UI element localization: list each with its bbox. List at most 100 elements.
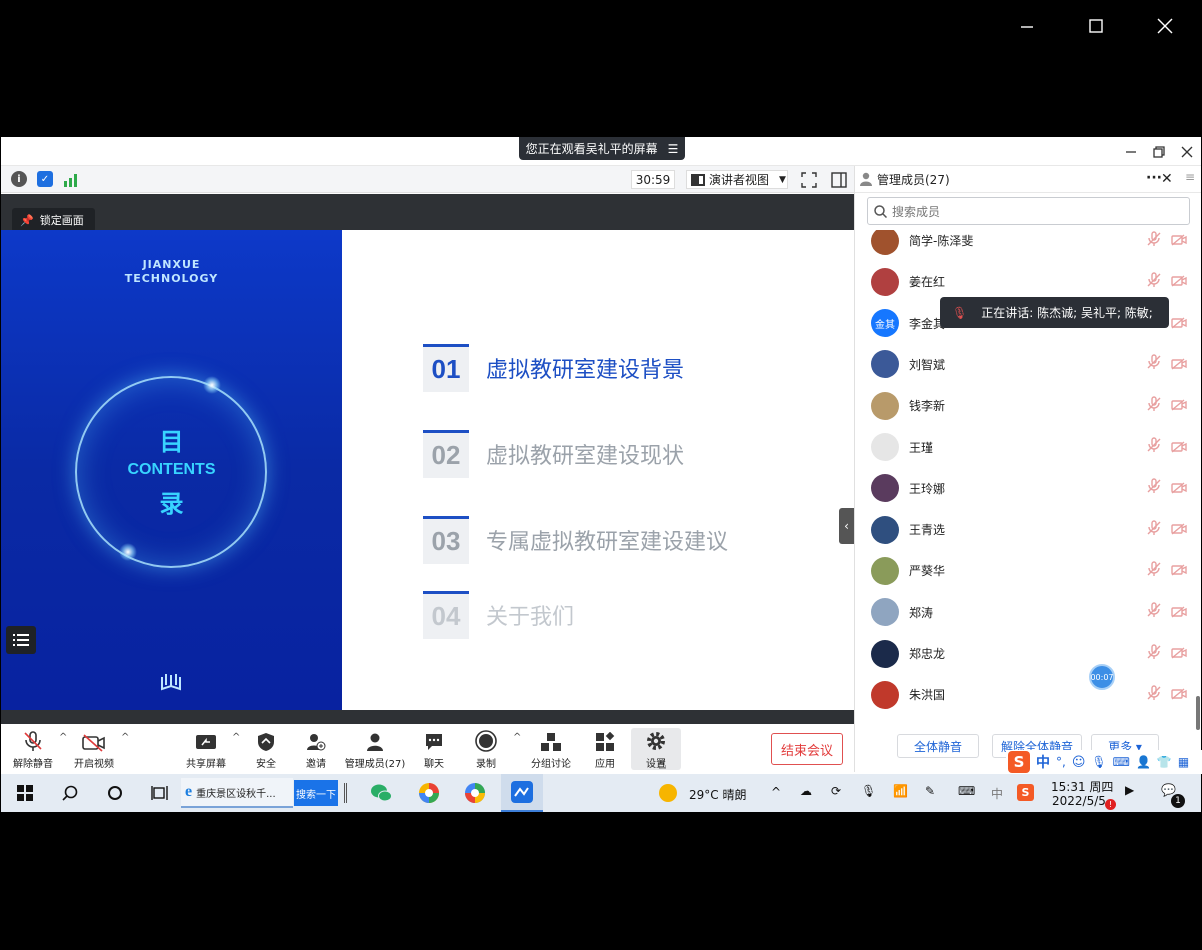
member-row[interactable]: 郑涛	[855, 592, 1195, 633]
ime-lang[interactable]: 中	[1036, 752, 1050, 772]
unmute-button[interactable]: 解除静音	[11, 728, 55, 770]
task-view-button[interactable]	[146, 774, 174, 812]
mic-off-icon[interactable]	[1147, 643, 1161, 664]
mic-off-icon[interactable]	[1147, 272, 1161, 292]
outer-close-button[interactable]	[1150, 12, 1180, 40]
member-row[interactable]: 刘智斌	[855, 344, 1195, 385]
user-icon[interactable]: 👤	[1136, 755, 1151, 769]
mic-off-icon[interactable]	[1147, 478, 1161, 498]
clock-time[interactable]: 15:31 周四	[1051, 778, 1113, 795]
taskbar-app-2[interactable]	[461, 774, 489, 812]
punctuation-icon[interactable]: °,	[1056, 755, 1066, 769]
member-row[interactable]: 王青选	[855, 509, 1195, 550]
member-row[interactable]: 严葵华	[855, 550, 1195, 591]
shield-icon[interactable]: ✓	[37, 171, 53, 187]
viewing-banner[interactable]: 您正在观看吴礼平的屏幕 ☰	[519, 137, 685, 160]
camera-off-icon[interactable]	[1171, 685, 1187, 704]
camera-off-icon[interactable]	[1171, 272, 1187, 291]
menu-icon[interactable]: ≡	[1185, 170, 1195, 184]
chat-button[interactable]: 聊天	[419, 728, 449, 770]
voice-icon[interactable]: 🎙	[1091, 755, 1106, 769]
taskbar-meeting-app[interactable]	[501, 774, 543, 812]
close-icon[interactable]: ✕	[1161, 171, 1173, 187]
chevron-up-icon[interactable]: ^	[121, 732, 129, 743]
apps-button[interactable]: 应用	[590, 728, 620, 770]
search-button[interactable]	[56, 774, 84, 812]
camera-off-icon[interactable]	[1171, 644, 1187, 663]
end-meeting-button[interactable]: 结束会议	[771, 733, 843, 765]
mic-icon[interactable]: 🎙	[861, 784, 876, 798]
member-row[interactable]: 钱李新	[855, 385, 1195, 426]
sogou-logo-icon[interactable]: S	[1008, 751, 1030, 773]
settings-button[interactable]: 设置	[631, 728, 681, 770]
chevron-up-icon[interactable]: ^	[59, 732, 67, 743]
breakout-button[interactable]: 分组讨论	[529, 728, 573, 770]
sync-icon[interactable]: ⟳	[831, 784, 841, 798]
member-row[interactable]: 郑忠龙	[855, 633, 1195, 674]
slide-menu-button[interactable]	[6, 626, 36, 654]
play-icon[interactable]: ▶	[1125, 783, 1134, 797]
share-screen-button[interactable]: 共享屏幕	[184, 728, 228, 770]
video-button[interactable]: 开启视频	[71, 728, 117, 770]
cloud-icon[interactable]: ☁	[800, 784, 812, 798]
camera-off-icon[interactable]	[1171, 396, 1187, 415]
member-row[interactable]: 王玲娜	[855, 468, 1195, 509]
member-row[interactable]: 简学-陈泽斐	[855, 230, 1195, 261]
collapse-panel-button[interactable]: ‹	[839, 508, 854, 544]
sidebar-toggle-icon[interactable]	[831, 172, 847, 192]
mic-off-icon[interactable]	[1147, 395, 1161, 416]
info-icon[interactable]: i	[11, 171, 27, 187]
outer-minimize-button[interactable]	[1012, 12, 1042, 40]
mic-off-icon[interactable]	[1147, 602, 1161, 622]
mic-off-icon[interactable]	[1147, 685, 1161, 705]
camera-off-icon[interactable]	[1171, 314, 1187, 333]
skin-icon[interactable]: 👕	[1157, 755, 1172, 769]
member-row[interactable]: 王瑾	[855, 427, 1195, 468]
window-minimize-button[interactable]	[1122, 143, 1140, 161]
fullscreen-icon[interactable]	[801, 172, 817, 192]
more-icon[interactable]: ···	[1146, 170, 1162, 186]
windows-start-button[interactable]	[11, 774, 39, 812]
mic-off-icon[interactable]	[1147, 437, 1161, 457]
record-button[interactable]: 录制	[471, 728, 501, 770]
camera-off-icon[interactable]	[1171, 438, 1187, 457]
chevron-up-icon[interactable]: ^	[771, 785, 781, 799]
ime-indicator[interactable]: 中	[991, 785, 1003, 802]
taskbar-app-1[interactable]	[415, 774, 443, 812]
mic-off-icon[interactable]	[1147, 230, 1161, 251]
members-button[interactable]: 管理成员(27)	[343, 728, 407, 770]
weather-text[interactable]: 29°C 晴朗	[689, 786, 746, 803]
mute-all-button[interactable]: 全体静音	[897, 734, 979, 758]
taskbar-wechat[interactable]	[367, 774, 395, 812]
wifi-icon[interactable]: 📶	[893, 784, 908, 798]
keyboard-icon[interactable]: ⌨	[1113, 755, 1130, 769]
mic-off-icon[interactable]	[1147, 519, 1161, 540]
camera-off-icon[interactable]	[1171, 479, 1187, 498]
camera-off-icon[interactable]	[1171, 561, 1187, 580]
chevron-up-icon[interactable]: ^	[513, 732, 521, 743]
mic-off-icon[interactable]	[1147, 561, 1161, 581]
window-restore-button[interactable]	[1150, 143, 1168, 161]
invite-button[interactable]: 邀请	[301, 728, 331, 770]
taskbar-browser-item[interactable]: e 重庆景区设秋千...	[181, 778, 293, 808]
mic-off-icon[interactable]	[1147, 354, 1161, 374]
pen-icon[interactable]: ✎	[925, 784, 935, 798]
camera-off-icon[interactable]	[1171, 355, 1187, 374]
signal-icon[interactable]	[63, 172, 79, 191]
camera-off-icon[interactable]	[1171, 603, 1187, 622]
member-search-input[interactable]: 搜索成员	[867, 197, 1190, 225]
clock-date[interactable]: 2022/5/5	[1052, 794, 1106, 808]
window-close-button[interactable]	[1178, 143, 1196, 161]
weather-icon[interactable]	[659, 784, 677, 802]
lock-view-button[interactable]: 📌 锁定画面	[12, 208, 95, 232]
sogou-tray-icon[interactable]: S	[1017, 784, 1034, 801]
cortana-button[interactable]	[101, 774, 129, 812]
emoji-icon[interactable]: ☺	[1072, 755, 1086, 770]
view-mode-select[interactable]: 演讲者视图 ▼	[686, 170, 788, 189]
keyboard-icon[interactable]: ⌨	[958, 784, 975, 798]
camera-off-icon[interactable]	[1171, 231, 1187, 250]
security-button[interactable]: 安全	[251, 728, 281, 770]
outer-maximize-button[interactable]	[1081, 12, 1111, 40]
timer-bubble[interactable]: 00:07	[1089, 664, 1115, 690]
member-row[interactable]: 朱洪国	[855, 674, 1195, 715]
